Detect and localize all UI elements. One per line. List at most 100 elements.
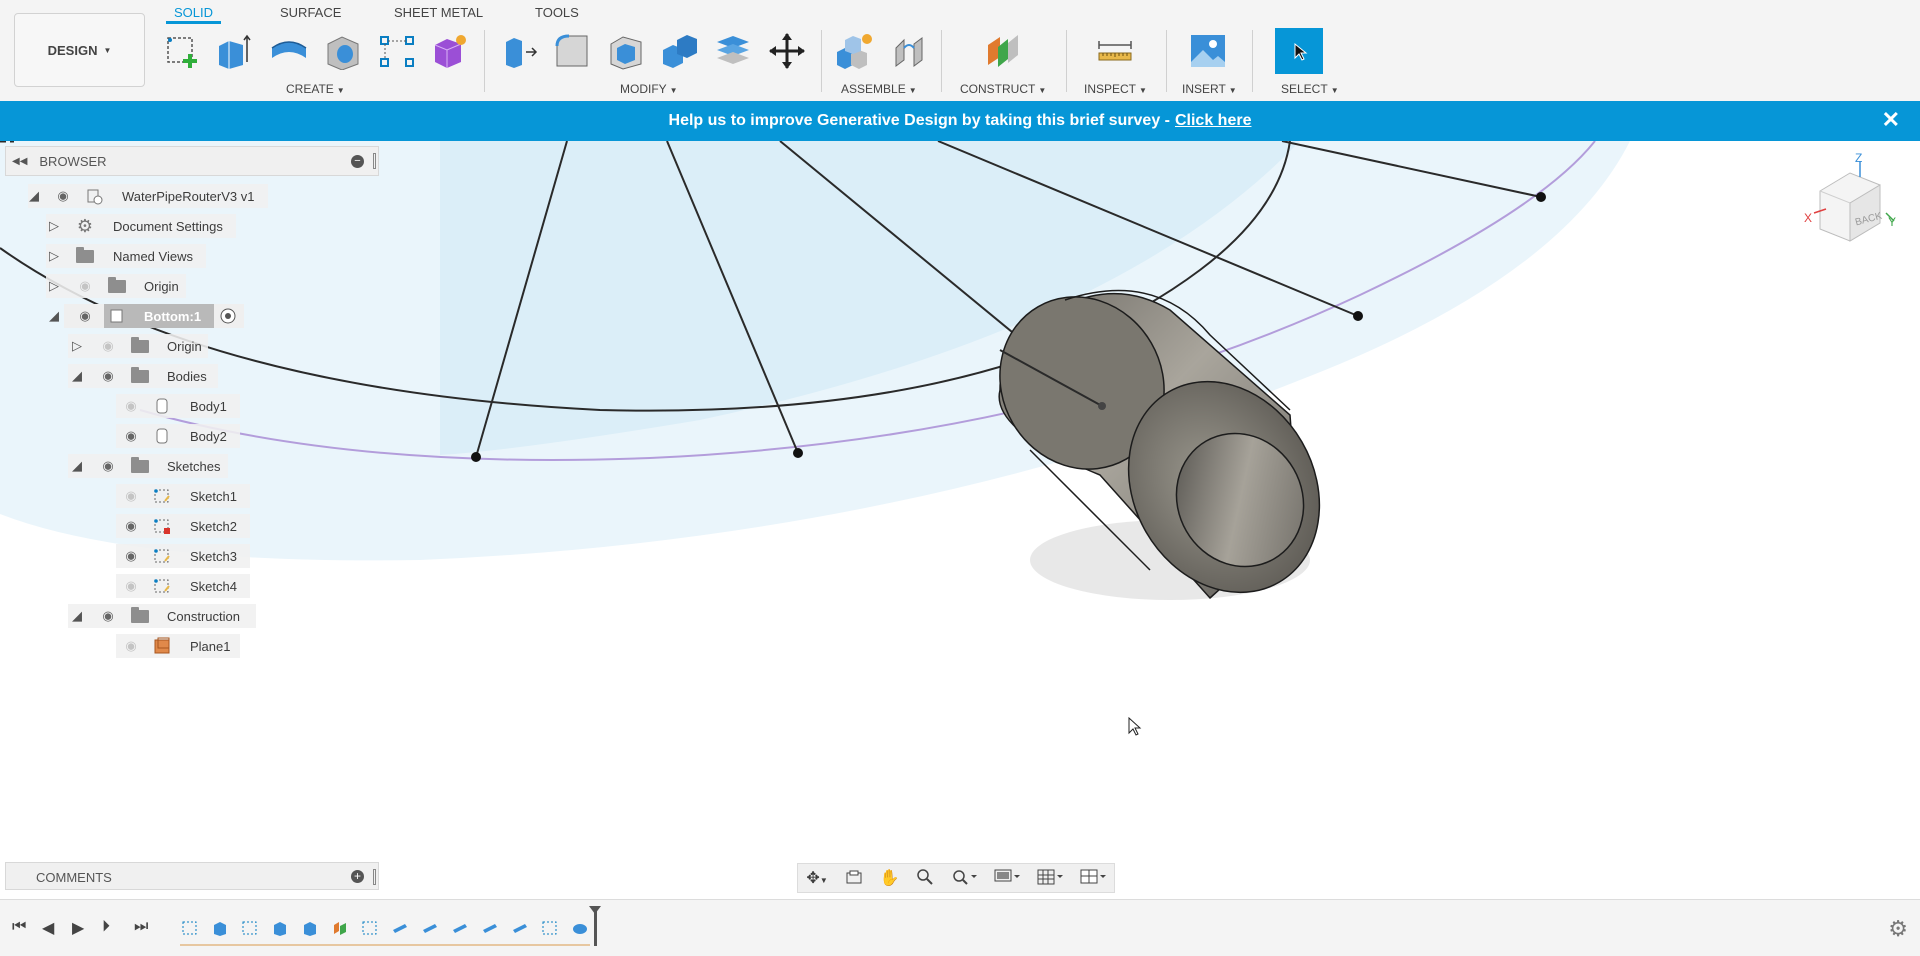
timeline-plane-icon[interactable] — [332, 920, 348, 936]
shell-icon[interactable] — [605, 30, 647, 72]
banner-link[interactable]: Click here — [1175, 112, 1251, 130]
close-icon[interactable]: ✕ — [1882, 109, 1900, 131]
pan-icon[interactable]: ✋ — [879, 868, 899, 888]
timeline-sketch-icon[interactable] — [182, 920, 198, 936]
combine-icon[interactable] — [659, 30, 701, 72]
eye-hidden-icon[interactable]: ◉ — [122, 638, 140, 654]
select-menu[interactable]: SELECT ▼ — [1281, 82, 1339, 96]
look-at-icon[interactable] — [845, 869, 863, 888]
fit-icon[interactable] — [951, 868, 978, 889]
collapse-panel-icon[interactable]: ◀◀ — [12, 156, 27, 167]
expand-triangle-icon[interactable]: ▷ — [46, 278, 62, 294]
offset-face-icon[interactable] — [712, 30, 754, 72]
tab-sheet-metal[interactable]: SHEET METAL — [394, 4, 483, 24]
eye-icon[interactable]: ◉ — [122, 548, 140, 564]
play-icon[interactable]: ▶ — [72, 918, 84, 938]
press-pull-icon[interactable] — [498, 30, 540, 72]
eye-hidden-icon[interactable]: ◉ — [122, 578, 140, 594]
create-menu[interactable]: CREATE ▼ — [286, 82, 345, 96]
timeline-pipe-icon[interactable] — [422, 920, 438, 936]
revolve-icon[interactable] — [268, 30, 310, 72]
timeline-sketch-icon[interactable] — [362, 920, 378, 936]
modify-menu[interactable]: MODIFY ▼ — [620, 82, 678, 96]
previous-step-icon[interactable]: ◀ — [42, 918, 54, 938]
timeline-pipe-icon[interactable] — [482, 920, 498, 936]
measure-icon[interactable] — [1094, 30, 1136, 72]
timeline-extrude-icon[interactable] — [272, 920, 288, 936]
eye-icon[interactable]: ◉ — [99, 368, 117, 384]
minimize-icon[interactable]: − — [351, 155, 364, 168]
last-step-icon[interactable]: ⏭ — [134, 918, 148, 936]
extrude-icon[interactable] — [212, 30, 254, 72]
pin-icon[interactable] — [373, 869, 376, 885]
timeline-marker[interactable] — [589, 906, 601, 946]
expand-triangle-icon[interactable]: ▷ — [69, 338, 85, 354]
tab-solid[interactable]: SOLID — [166, 4, 222, 24]
viewports-icon[interactable] — [1080, 868, 1106, 889]
eye-hidden-icon[interactable]: ◉ — [122, 398, 140, 414]
activate-radio-icon[interactable] — [218, 307, 238, 325]
timeline-pipe-icon[interactable] — [512, 920, 528, 936]
viewport-canvas[interactable]: Z X Y BACK — [0, 141, 1920, 899]
create-sketch-icon[interactable] — [162, 30, 204, 72]
eye-icon[interactable]: ◉ — [122, 428, 140, 444]
expand-triangle-icon[interactable]: ▷ — [46, 248, 62, 264]
tab-tools[interactable]: TOOLS — [535, 4, 579, 24]
timeline-sweep-icon[interactable] — [572, 920, 588, 936]
workspace-switcher[interactable]: DESIGN ▼ — [14, 13, 145, 87]
collapse-triangle-icon[interactable]: ◢ — [69, 458, 85, 474]
move-copy-icon[interactable] — [766, 30, 808, 72]
assemble-menu[interactable]: ASSEMBLE ▼ — [841, 82, 917, 96]
timeline-track — [180, 944, 590, 946]
hole-icon[interactable] — [322, 30, 364, 72]
construct-menu[interactable]: CONSTRUCT ▼ — [960, 82, 1046, 96]
collapse-triangle-icon[interactable]: ◢ — [69, 608, 85, 624]
collapse-triangle-icon[interactable]: ◢ — [26, 188, 42, 204]
create-form-icon[interactable] — [428, 30, 470, 72]
timeline-sketch-icon[interactable] — [242, 920, 258, 936]
tree-item-label: Body1 — [190, 398, 227, 414]
gear-icon[interactable]: ⚙ — [1888, 916, 1908, 942]
toolbar-divider — [941, 30, 942, 92]
first-step-icon[interactable]: ⏮ — [12, 918, 26, 936]
inspect-menu[interactable]: INSPECT ▼ — [1084, 82, 1147, 96]
pin-icon[interactable] — [373, 153, 376, 169]
eye-icon[interactable]: ◉ — [54, 188, 72, 204]
fillet-icon[interactable] — [551, 30, 593, 72]
browser-panel-header[interactable]: ◀◀ BROWSER − — [5, 146, 379, 176]
orbit-icon[interactable]: ✥▼ — [806, 868, 827, 888]
select-tool-button[interactable] — [1275, 28, 1323, 74]
eye-icon[interactable]: ◉ — [99, 458, 117, 474]
timeline-pipe-icon[interactable] — [452, 920, 468, 936]
offset-plane-icon[interactable] — [983, 30, 1025, 72]
collapse-triangle-icon[interactable]: ◢ — [46, 308, 62, 324]
comments-panel[interactable]: COMMENTS + — [5, 862, 379, 890]
insert-label: INSERT — [1182, 82, 1226, 96]
add-comment-icon[interactable]: + — [351, 870, 364, 883]
insert-menu[interactable]: INSERT ▼ — [1182, 82, 1237, 96]
new-component-icon[interactable] — [833, 30, 875, 72]
display-settings-icon[interactable] — [994, 868, 1020, 889]
zoom-icon[interactable] — [916, 868, 934, 889]
eye-icon[interactable]: ◉ — [76, 308, 94, 324]
pattern-icon[interactable] — [376, 30, 418, 72]
insert-image-icon[interactable] — [1187, 30, 1229, 72]
timeline-sketch-icon[interactable] — [542, 920, 558, 936]
eye-hidden-icon[interactable]: ◉ — [76, 278, 94, 294]
tab-surface[interactable]: SURFACE — [280, 4, 341, 24]
eye-icon[interactable]: ◉ — [122, 518, 140, 534]
timeline-extrude-icon[interactable] — [302, 920, 318, 936]
collapse-triangle-icon[interactable]: ◢ — [69, 368, 85, 384]
timeline-extrude-icon[interactable] — [212, 920, 228, 936]
timeline-pipe-icon[interactable] — [392, 920, 408, 936]
eye-hidden-icon[interactable]: ◉ — [122, 488, 140, 504]
eye-hidden-icon[interactable]: ◉ — [99, 338, 117, 354]
tree-item-label: Document Settings — [113, 218, 223, 234]
workspace-label: DESIGN — [47, 42, 98, 58]
view-cube[interactable]: Z X Y BACK — [1800, 151, 1900, 251]
next-step-icon[interactable]: ⏵ — [102, 918, 110, 936]
eye-icon[interactable]: ◉ — [99, 608, 117, 624]
grid-settings-icon[interactable] — [1037, 868, 1063, 889]
joint-icon[interactable] — [888, 30, 930, 72]
expand-triangle-icon[interactable]: ▷ — [46, 218, 62, 234]
